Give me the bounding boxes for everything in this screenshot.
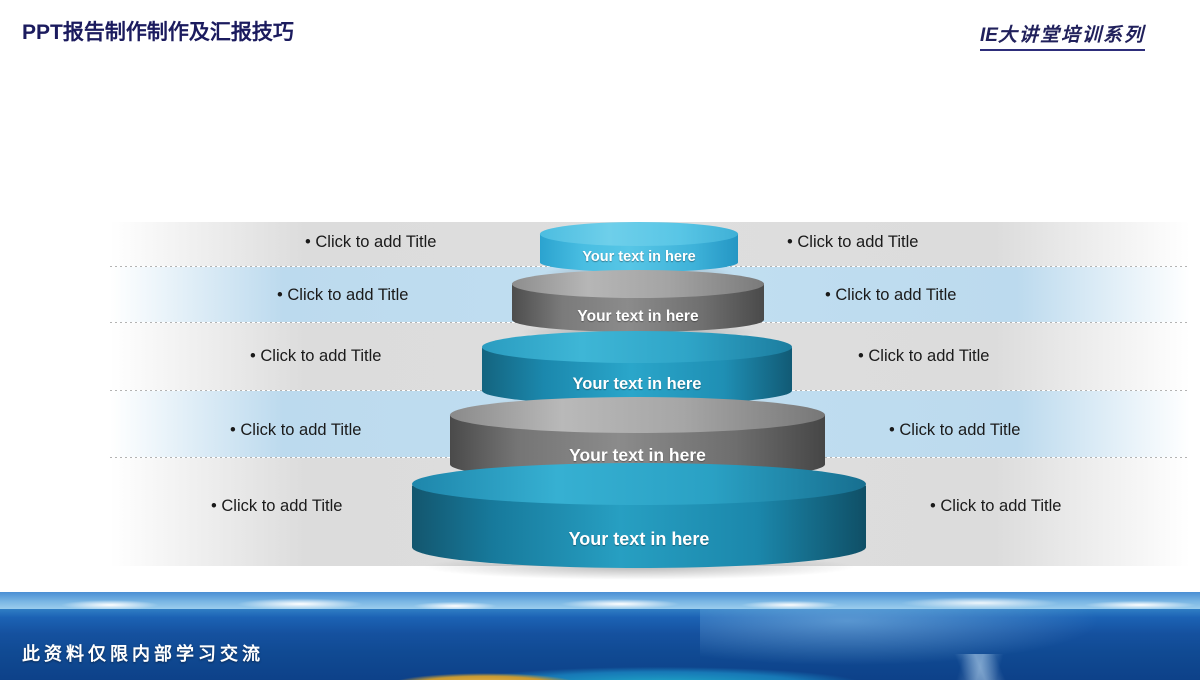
cylinder-label-3: Your text in here	[572, 375, 702, 393]
cylinder-top-3	[482, 331, 792, 363]
cylinder-top-4	[450, 397, 825, 433]
cylinder-top-5	[412, 463, 866, 505]
slide-footer: 此资料仅限内部学习交流	[0, 592, 1200, 680]
cylinder-top-2	[512, 270, 764, 298]
sea-clouds	[0, 596, 1200, 609]
cylinder-level-5[interactable]: Your text in here	[412, 463, 866, 580]
sea-island	[395, 664, 625, 680]
bullet-right-2[interactable]: • Click to add Title	[825, 287, 956, 304]
sea-wake	[780, 654, 1180, 680]
cylinder-top-1	[540, 222, 738, 246]
bullet-right-3[interactable]: • Click to add Title	[858, 348, 989, 365]
cylinder-level-1[interactable]: Your text in here	[540, 222, 738, 281]
bullet-left-4[interactable]: • Click to add Title	[230, 422, 361, 439]
cylinder-label-2: Your text in here	[577, 308, 699, 325]
bullet-right-4[interactable]: • Click to add Title	[889, 422, 1020, 439]
cylinder-label-1: Your text in here	[582, 249, 696, 265]
bullet-right-5[interactable]: • Click to add Title	[930, 498, 1061, 515]
bullet-left-1[interactable]: • Click to add Title	[305, 234, 436, 251]
footer-note: 此资料仅限内部学习交流	[22, 644, 264, 664]
bullet-left-5[interactable]: • Click to add Title	[211, 498, 342, 515]
bullet-left-3[interactable]: • Click to add Title	[250, 348, 381, 365]
cylinder-level-2[interactable]: Your text in here	[512, 270, 764, 342]
cylinder-stack: Your text in here Your text in here Your…	[0, 0, 1200, 680]
bullet-right-1[interactable]: • Click to add Title	[787, 234, 918, 251]
bullet-left-2[interactable]: • Click to add Title	[277, 287, 408, 304]
cylinder-level-3[interactable]: Your text in here	[482, 331, 792, 416]
cylinder-label-5: Your text in here	[568, 529, 710, 549]
